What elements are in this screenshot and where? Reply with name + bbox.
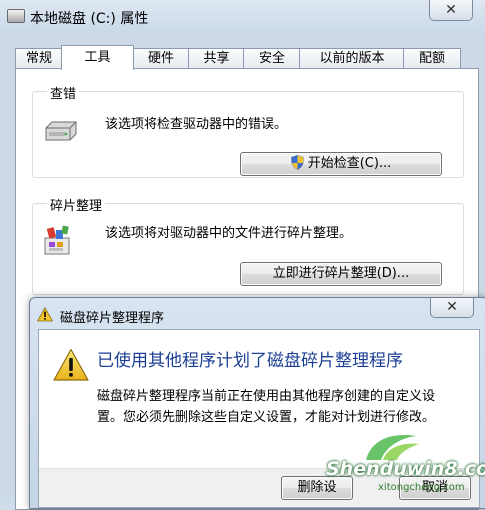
error-check-description: 该选项将检查驱动器中的错误。 [105, 117, 288, 132]
start-check-button[interactable]: 开始检查(C)... [240, 152, 442, 176]
watermark-sub-text: xitongcheng.com [378, 482, 465, 493]
watermark-main-text: Shenduwin8.com [326, 458, 485, 480]
tab-hardware[interactable]: 硬件 [132, 48, 190, 69]
defrag-group: 碎片整理 该选项将对驱动器中的文件进行碎片整理。 立即进行碎片整理(D)... [32, 195, 464, 295]
error-check-group: 查错 该选项将检查驱动器中的错误。 开始检查(C)... [32, 83, 464, 178]
error-check-title: 查错 [47, 83, 80, 102]
defrag-icon [44, 225, 70, 255]
defrag-description: 该选项将对驱动器中的文件进行碎片整理。 [105, 226, 353, 241]
defrag-title: 碎片整理 [47, 195, 106, 214]
watermark: Shenduwin8.com xitongcheng.com [326, 430, 485, 497]
start-check-label: 开始检查(C)... [307, 156, 392, 171]
tab-tools[interactable]: 工具 [61, 45, 134, 70]
defrag-now-button[interactable]: 立即进行碎片整理(D)... [240, 262, 442, 286]
tab-sharing[interactable]: 共享 [188, 48, 245, 69]
drive-icon [7, 9, 25, 23]
dialog-message: 磁盘碎片整理程序当前正在使用由其他程序创建的自定义设置。您必须先删除这些自定义设… [97, 389, 436, 425]
large-warning-icon [53, 348, 89, 381]
warning-icon [37, 307, 53, 322]
hard-drive-icon [45, 121, 77, 141]
window-title: 本地磁盘 (C:) 属性 [30, 11, 149, 27]
close-button[interactable]: ✕ [429, 0, 473, 21]
uac-shield-icon [290, 155, 304, 170]
tab-previous-versions[interactable]: 以前的版本 [299, 48, 405, 69]
tab-quota[interactable]: 配额 [403, 48, 461, 69]
dialog-close-button[interactable]: ✕ [430, 298, 474, 318]
tab-security[interactable]: 安全 [243, 48, 301, 69]
title-bar[interactable]: 本地磁盘 (C:) 属性 ✕ [0, 0, 485, 34]
dialog-title: 磁盘碎片整理程序 [60, 311, 165, 326]
dialog-heading: 已使用其他程序计划了磁盘碎片整理程序 [97, 351, 403, 371]
tab-general[interactable]: 常规 [15, 48, 63, 69]
